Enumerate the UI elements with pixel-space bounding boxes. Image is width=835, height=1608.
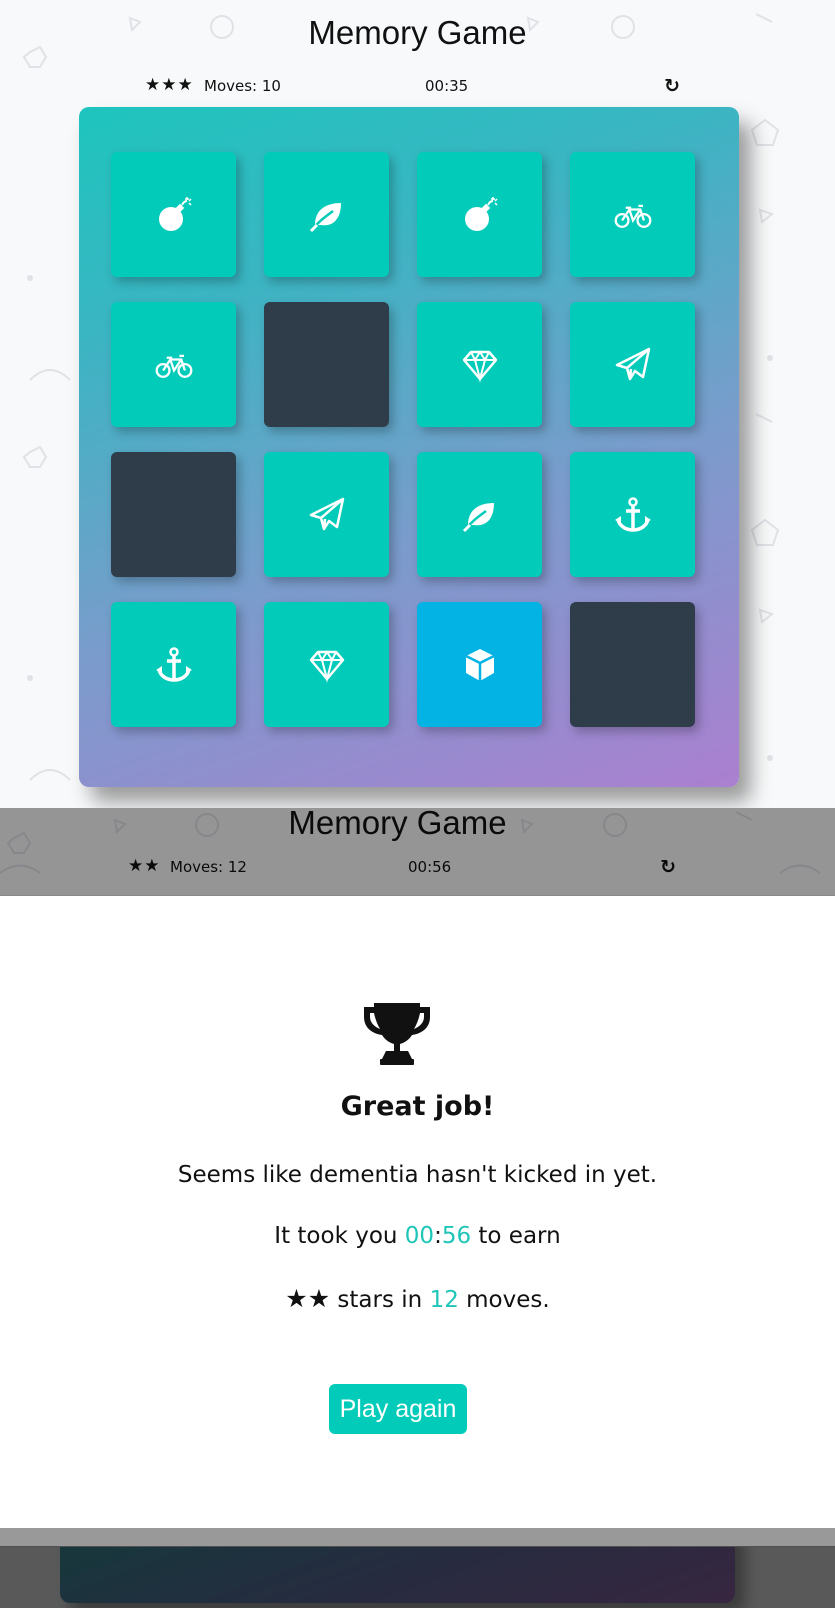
- timer: 00:35: [425, 77, 469, 95]
- time-prefix: It took you: [274, 1223, 405, 1249]
- cube-icon: [460, 645, 500, 685]
- win-modal: Great job! Seems like dementia hasn't ki…: [0, 895, 835, 1547]
- game-screen-top: Memory Game ★★★ Moves: 10 00:35 ↻: [0, 0, 835, 808]
- diamond-icon: [460, 345, 500, 385]
- score-panel: ★★★ Moves: 10 00:35 ↻: [145, 75, 680, 99]
- card-deck: [79, 107, 739, 787]
- card-hidden[interactable]: [264, 302, 389, 427]
- anchor-icon: [613, 495, 653, 535]
- moves-counter: Moves: 10: [204, 77, 281, 95]
- time-separator: :: [434, 1223, 442, 1249]
- anchor-icon: [154, 645, 194, 685]
- paper-plane-icon: [307, 495, 347, 535]
- game-screen-bottom: Memory Game ★★ Moves: 12 00:56 ↻ Great j…: [0, 808, 835, 1608]
- card-anchor[interactable]: [570, 452, 695, 577]
- card-leaf[interactable]: [417, 452, 542, 577]
- moves-value: 12: [429, 1287, 459, 1313]
- modal-stars-line: ★★ stars in 12 moves.: [0, 1284, 835, 1313]
- time-minutes: 00: [404, 1223, 435, 1249]
- game-title: Memory Game: [308, 14, 527, 51]
- diamond-icon: [307, 645, 347, 685]
- card-paper-plane[interactable]: [264, 452, 389, 577]
- leaf-icon: [307, 195, 347, 235]
- modal-time-line: It took you 00:56 to earn: [0, 1223, 835, 1249]
- card-bicycle[interactable]: [111, 302, 236, 427]
- card-leaf[interactable]: [264, 152, 389, 277]
- card-diamond[interactable]: [417, 302, 542, 427]
- modal-heading: Great job!: [340, 1091, 495, 1122]
- time-seconds: 56: [441, 1223, 472, 1249]
- modal-message: Seems like dementia hasn't kicked in yet…: [177, 1162, 658, 1188]
- paper-plane-icon: [613, 345, 653, 385]
- card-anchor[interactable]: [111, 602, 236, 727]
- restart-icon[interactable]: ↻: [664, 75, 680, 97]
- moves-suffix: moves.: [458, 1287, 550, 1313]
- card-hidden[interactable]: [570, 602, 695, 727]
- leaf-icon: [460, 495, 500, 535]
- bomb-icon: [154, 195, 194, 235]
- play-again-button[interactable]: Play again: [329, 1384, 467, 1434]
- bomb-icon: [460, 195, 500, 235]
- stars-text: stars in: [330, 1287, 430, 1313]
- star-rating: ★★★: [145, 75, 194, 95]
- card-diamond[interactable]: [264, 602, 389, 727]
- card-bomb[interactable]: [417, 152, 542, 277]
- card-paper-plane[interactable]: [570, 302, 695, 427]
- card-cube[interactable]: [417, 602, 542, 727]
- card-hidden[interactable]: [111, 452, 236, 577]
- bicycle-icon: [613, 195, 653, 235]
- trophy-icon: [364, 1003, 430, 1065]
- bicycle-icon: [154, 345, 194, 385]
- modal-star-rating: ★★: [285, 1284, 331, 1313]
- card-bomb[interactable]: [111, 152, 236, 277]
- time-suffix: to earn: [471, 1223, 561, 1249]
- card-bicycle[interactable]: [570, 152, 695, 277]
- overlay-lower: [0, 1528, 835, 1608]
